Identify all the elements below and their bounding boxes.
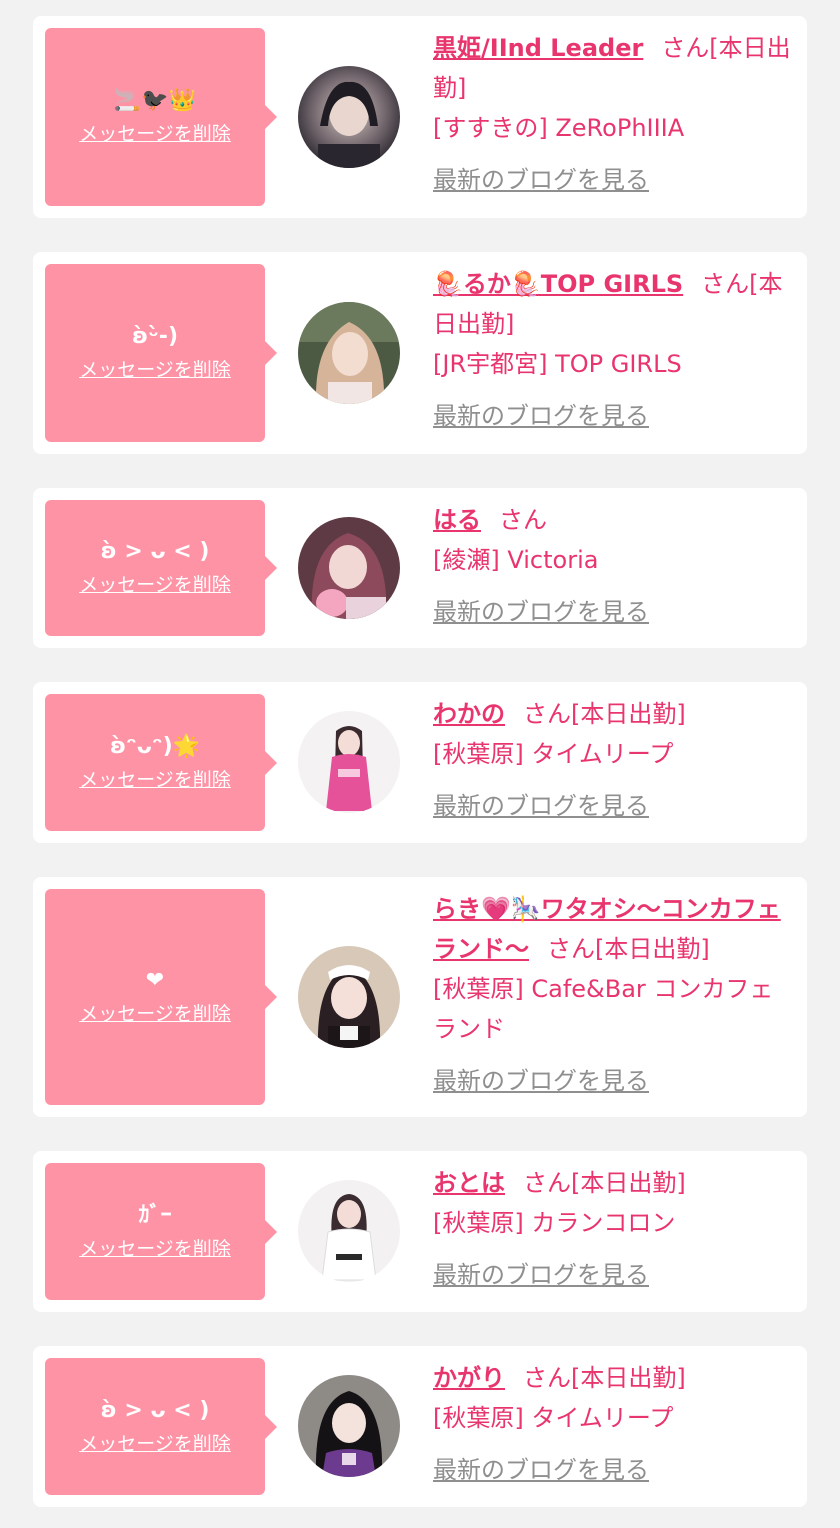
message-bubble: ʚ̀ᵕ̀-) メッセージを削除 [45, 264, 277, 442]
avatar[interactable] [298, 517, 400, 619]
list-item: ʚ̀ᵕ̀-) メッセージを削除 🪼るか🪼TOP GIRLS さん[本日出勤] [J… [33, 252, 807, 454]
blog-link[interactable]: 最新のブログを見る [433, 396, 649, 436]
blog-link[interactable]: 最新のブログを見る [433, 1061, 649, 1101]
message-text: ❤ [145, 968, 165, 993]
message-text: ʚ̀ > ᴗ < ) [100, 1397, 210, 1423]
list-item: 🚬🐦‍⬛👑 メッセージを削除 黒姫/IInd Leaderさん[本日出勤 [33, 16, 807, 218]
blog-link[interactable]: 最新のブログを見る [433, 1450, 649, 1490]
message-bubble: ʚ̀ > ᴗ < ) メッセージを削除 [45, 500, 277, 636]
shop-label: [JR宇都宮] TOP GIRLS [433, 350, 682, 378]
entry-info: かがり さん[本日出勤] [秋葉原] タイムリープ 最新のブログを見る [433, 1358, 793, 1490]
cast-name-link[interactable]: はる [433, 506, 481, 534]
message-text: ʚ̀ᵔᴗᵔ)🌟 [109, 733, 201, 759]
message-bubble: ❤ メッセージを削除 [45, 889, 277, 1105]
delete-message-button[interactable]: メッセージを削除 [79, 1000, 231, 1028]
cast-name-link[interactable]: わかの [433, 700, 505, 728]
cast-name-link[interactable]: かがり [433, 1364, 505, 1392]
message-text: ｶﾞｰ [138, 1202, 172, 1228]
message-text: 🚬🐦‍⬛👑 [113, 88, 197, 113]
cast-suffix: さん [499, 506, 547, 534]
delete-message-button[interactable]: メッセージを削除 [79, 120, 231, 148]
avatar[interactable] [298, 302, 400, 404]
list-item: ❤ メッセージを削除 らき💗🎠ワタオシ〜コンカフェランド〜 さん[本日出勤] [秋… [33, 877, 807, 1117]
cast-suffix: さん[本日出勤] [547, 935, 710, 963]
shop-label: [綾瀬] Victoria [433, 546, 599, 574]
shop-label: [すすきの] ZeRoPhIIIA [433, 114, 685, 142]
delete-message-button[interactable]: メッセージを削除 [79, 766, 231, 794]
list-item: ｶﾞｰ メッセージを削除 おとは さん[本日出勤] [秋葉原] カランコロン 最新… [33, 1151, 807, 1312]
shop-label: [秋葉原] タイムリープ [433, 740, 674, 768]
message-text: ʚ̀ > ᴗ < ) [100, 539, 210, 564]
cast-suffix: さん[本日出勤] [523, 1364, 686, 1392]
list-item: ʚ̀ᵔᴗᵔ)🌟 メッセージを削除 わかの さん[本日出勤] [秋葉原] タイムリー… [33, 682, 807, 843]
delete-message-button[interactable]: メッセージを削除 [79, 356, 231, 384]
delete-message-button[interactable]: メッセージを削除 [79, 1430, 231, 1458]
avatar[interactable] [298, 66, 400, 168]
shop-label: [秋葉原] タイムリープ [433, 1404, 674, 1432]
message-bubble: 🚬🐦‍⬛👑 メッセージを削除 [45, 28, 277, 206]
list-item: ʚ̀ > ᴗ < ) メッセージを削除 かがり さん[本日出勤] [秋葉原] タイ… [33, 1346, 807, 1507]
shop-label: [秋葉原] Cafe&Bar コンカフェランド [433, 975, 774, 1043]
entry-info: 黒姫/IInd Leader さん[本日出勤] [すすきの] ZeRoPhIIIA… [433, 28, 793, 200]
message-bubble: ʚ̀ > ᴗ < ) メッセージを削除 [45, 1358, 277, 1495]
avatar[interactable] [298, 1180, 400, 1282]
blog-link[interactable]: 最新のブログを見る [433, 160, 649, 200]
cast-name-link[interactable]: おとは [433, 1169, 505, 1197]
entry-info: わかの さん[本日出勤] [秋葉原] タイムリープ 最新のブログを見る [433, 694, 793, 826]
entry-info: 🪼るか🪼TOP GIRLS さん[本日出勤] [JR宇都宮] TOP GIRLS … [433, 264, 793, 436]
message-bubble: ｶﾞｰ メッセージを削除 [45, 1163, 277, 1300]
avatar[interactable] [298, 711, 400, 813]
shop-label: [秋葉原] カランコロン [433, 1209, 676, 1237]
cast-suffix: さん[本日出勤] [523, 700, 686, 728]
message-list: 🚬🐦‍⬛👑 メッセージを削除 黒姫/IInd Leaderさん[本日出勤 [0, 0, 840, 1528]
entry-info: はる さん [綾瀬] Victoria 最新のブログを見る [433, 500, 793, 632]
blog-link[interactable]: 最新のブログを見る [433, 592, 649, 632]
cast-name-link[interactable]: 🪼るか🪼TOP GIRLS [433, 270, 683, 298]
blog-link[interactable]: 最新のブログを見る [433, 1255, 649, 1295]
message-text: ʚ̀ᵕ̀-) [131, 324, 178, 349]
entry-info: らき💗🎠ワタオシ〜コンカフェランド〜 さん[本日出勤] [秋葉原] Cafe&Ba… [433, 889, 793, 1101]
entry-info: おとは さん[本日出勤] [秋葉原] カランコロン 最新のブログを見る [433, 1163, 793, 1295]
message-bubble: ʚ̀ᵔᴗᵔ)🌟 メッセージを削除 [45, 694, 277, 831]
delete-message-button[interactable]: メッセージを削除 [79, 571, 231, 599]
avatar[interactable] [298, 1375, 400, 1477]
cast-suffix: さん[本日出勤] [523, 1169, 686, 1197]
list-item: ʚ̀ > ᴗ < ) メッセージを削除 はる さん [綾瀬] Victoria 最… [33, 488, 807, 648]
blog-link[interactable]: 最新のブログを見る [433, 786, 649, 826]
cast-name-link[interactable]: 黒姫/IInd Leader [433, 34, 643, 62]
avatar[interactable] [298, 946, 400, 1048]
delete-message-button[interactable]: メッセージを削除 [79, 1235, 231, 1263]
